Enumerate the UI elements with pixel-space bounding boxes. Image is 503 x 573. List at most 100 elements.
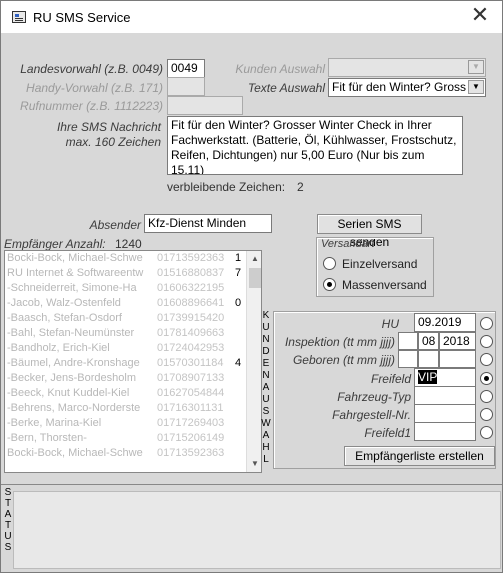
verbleibend-label: verbleibende Zeichen: (167, 180, 286, 194)
recipient-phone: 01717269403 (157, 417, 225, 429)
recipient-row[interactable]: -Baasch, Stefan-Osdorf 01739915420 (5, 311, 261, 326)
geboren-yyyy-input[interactable] (439, 350, 476, 368)
vertical-letter: A (262, 382, 270, 393)
scroll-thumb[interactable] (249, 268, 261, 288)
recipient-phone: 01724042953 (157, 342, 225, 354)
fahrzeugtyp-radio[interactable] (480, 390, 493, 403)
sms-message-textarea[interactable]: Fit für den Winter? Grosser Winter Check… (167, 116, 463, 175)
recipient-rows: Bocki-Bock, Michael-Schwe 01713592363 1 RU … (5, 251, 261, 461)
recipient-phone: 01739915420 (157, 312, 225, 324)
recipient-tail: 0 (235, 297, 242, 309)
recipient-row[interactable]: -Beeck, Knut Kuddel-Kiel 01627054844 (5, 386, 261, 401)
landesvorwahl-label: Landesvorwahl (z.B. 0049) (20, 62, 163, 76)
title-bar: RU SMS Service ✕ (1, 1, 502, 33)
fahrzeugtyp-label: Fahrzeug-Typ (337, 390, 411, 404)
close-icon[interactable]: ✕ (470, 4, 490, 28)
hu-radio[interactable] (480, 317, 493, 330)
absender-input[interactable]: Kfz-Dienst Minden (144, 214, 272, 233)
handyvorwahl-input[interactable] (167, 77, 205, 96)
status-vertical-label: STATUS (1, 487, 13, 567)
vertical-letter: K (262, 310, 270, 321)
recipient-name: -Berke, Marina-Kiel (7, 417, 102, 429)
vertical-letter: U (262, 394, 270, 405)
inspektion-label: Inspektion (tt mm jjjj) (284, 335, 395, 349)
inspektion-mm-input[interactable]: 08 (418, 332, 439, 350)
recipient-name: -Bandholz, Erich-Kiel (7, 342, 110, 354)
einzelversand-label: Einzelversand (342, 257, 418, 271)
freifeld1-radio[interactable] (480, 426, 493, 439)
geboren-mm-input[interactable] (418, 350, 439, 368)
geboren-radio[interactable] (480, 353, 493, 366)
serien-sms-senden-button[interactable]: Serien SMS senden (317, 214, 422, 249)
hu-input[interactable]: 09.2019 (414, 313, 476, 332)
recipient-row[interactable]: -Bandholz, Erich-Kiel 01724042953 (5, 341, 261, 356)
vertical-letter: H (262, 442, 270, 453)
recipient-phone: 01713592363 (157, 252, 225, 264)
recipient-phone: 01713592363 (157, 447, 225, 459)
nachricht-label: Ihre SMS Nachricht (56, 120, 161, 134)
recipient-row[interactable]: -Bäumel, Andre-Kronshage 01570301184 4 (5, 356, 261, 371)
recipient-row[interactable]: -Berke, Marina-Kiel 01717269403 (5, 416, 261, 431)
kunden-auswahl-select[interactable]: ▼ (328, 58, 486, 77)
recipient-row[interactable]: -Behrens, Marco-Norderste 01716301131 (5, 401, 261, 416)
handyvorwahl-label: Handy-Vorwahl (z.B. 171) (26, 81, 163, 95)
recipient-tail: 7 (235, 267, 242, 279)
recipient-row[interactable]: RU Internet & Softwareentw 01516880837 7 (5, 266, 261, 281)
empfaengerliste-erstellen-button[interactable]: Empfängerliste erstellen (344, 446, 495, 466)
app-icon (12, 11, 26, 23)
verbleibend-value: 2 (297, 180, 304, 194)
recipient-name: Bocki-Bock, Michael-Schwe (7, 252, 143, 264)
recipient-name: -Becker, Jens-Bordesholm (7, 372, 136, 384)
recipient-name: -Jacob, Walz-Ostenfeld (7, 297, 121, 309)
recipient-phone: 01716301131 (157, 402, 224, 414)
vertical-letter: N (262, 334, 270, 345)
inspektion-dd-input[interactable] (398, 332, 418, 350)
status-panel: STATUS (1, 484, 502, 572)
recipient-phone: 01516880837 (157, 267, 225, 279)
fahrgestell-radio[interactable] (480, 408, 493, 421)
vertical-letter: L (263, 454, 269, 465)
recipient-list[interactable]: Bocki-Bock, Michael-Schwe 01713592363 1 RU … (4, 250, 262, 473)
recipient-row[interactable]: Bocki-Bock, Michael-Schwe 01713592363 (5, 446, 261, 461)
recipient-phone: 01715206149 (157, 432, 225, 444)
vertical-letter: E (262, 358, 270, 369)
einzelversand-radio[interactable] (323, 257, 336, 270)
recipient-row[interactable]: -Schneiderreit, Simone-Ha 01606322195 (5, 281, 261, 296)
hu-label: HU (381, 317, 399, 331)
vertical-letter: D (262, 346, 270, 357)
massenversand-label: Massenversand (342, 278, 427, 292)
recipient-phone: 01627054844 (157, 387, 225, 399)
recipient-name: RU Internet & Softwareentw (7, 267, 144, 279)
recipient-name: Bocki-Bock, Michael-Schwe (7, 447, 143, 459)
chevron-down-icon: ▼ (468, 60, 484, 74)
scroll-up-icon[interactable]: ▲ (247, 251, 261, 267)
kunden-auswahl-label: Kunden Auswahl (235, 62, 325, 76)
texte-auswahl-value: Fit für den Winter? Gross (332, 80, 467, 94)
recipient-name: -Bahl, Stefan-Neumünster (7, 327, 135, 339)
fahrzeugtyp-input[interactable] (414, 386, 476, 405)
recipient-name: -Beeck, Knut Kuddel-Kiel (7, 387, 130, 399)
recipient-phone: 01781409663 (157, 327, 225, 339)
geboren-dd-input[interactable] (398, 350, 418, 368)
landesvorwahl-input[interactable]: 0049 (167, 59, 205, 78)
recipient-row[interactable]: -Jacob, Walz-Ostenfeld 01608896641 0 (5, 296, 261, 311)
recipient-row[interactable]: Bocki-Bock, Michael-Schwe 01713592363 1 (5, 251, 261, 266)
recipient-name: -Bäumel, Andre-Kronshage (7, 357, 140, 369)
recipient-phone: 01708907133 (157, 372, 225, 384)
texte-auswahl-select[interactable]: Fit für den Winter? Gross ▼ (328, 78, 486, 97)
recipient-row[interactable]: -Bahl, Stefan-Neumünster 01781409663 (5, 326, 261, 341)
inspektion-radio[interactable] (480, 335, 493, 348)
fahrgestell-input[interactable] (414, 404, 476, 423)
geboren-label: Geboren (tt mm jjjj) (292, 353, 395, 367)
recipient-tail: 4 (235, 357, 242, 369)
rufnummer-input[interactable] (167, 96, 243, 115)
massenversand-radio[interactable] (323, 278, 336, 291)
freifeld1-label: Freifeld1 (364, 426, 411, 440)
freifeld1-input[interactable] (414, 422, 476, 441)
recipient-phone: 01570301184 (157, 357, 224, 369)
inspektion-yyyy-input[interactable]: 2018 (439, 332, 476, 350)
recipient-row[interactable]: -Becker, Jens-Bordesholm 01708907133 (5, 371, 261, 386)
freifeld-input[interactable]: VIP (414, 368, 476, 387)
recipient-row[interactable]: -Bern, Thorsten- 01715206149 (5, 431, 261, 446)
freifeld-radio[interactable] (480, 372, 493, 385)
